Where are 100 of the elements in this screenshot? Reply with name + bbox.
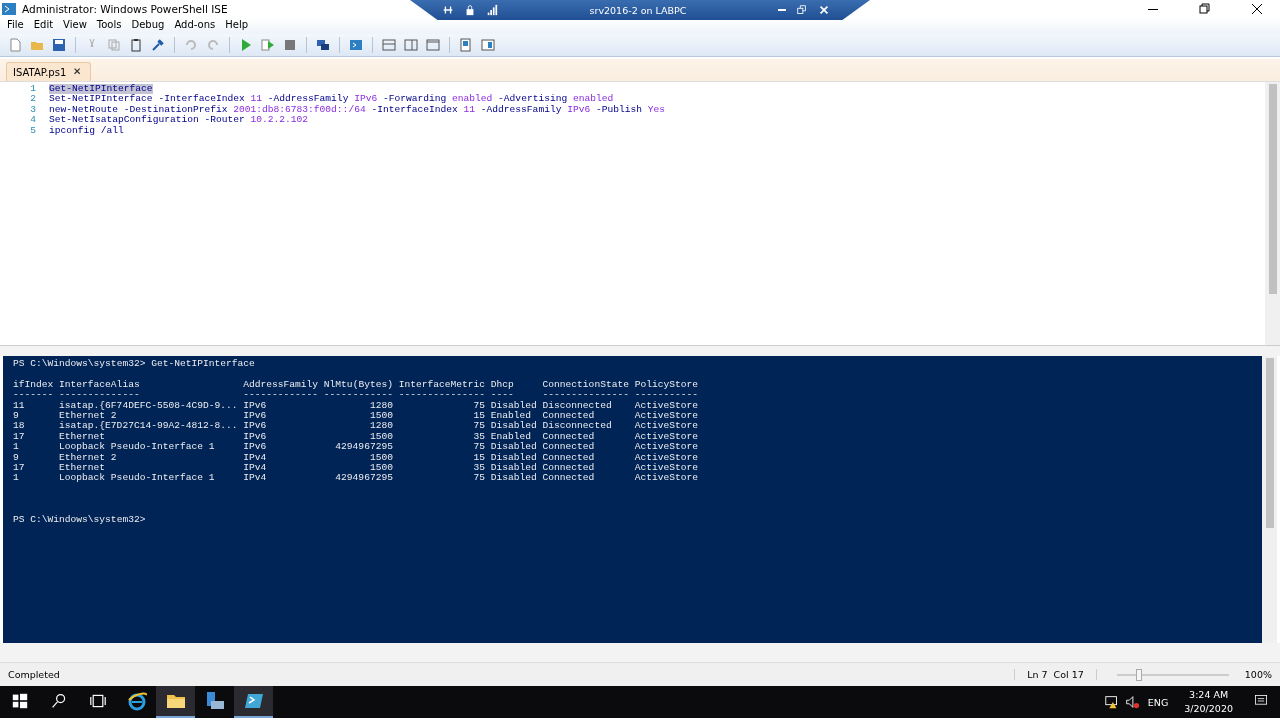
menu-item[interactable]: Debug xyxy=(126,18,170,34)
server-manager-icon xyxy=(204,691,225,711)
table-cell-text: 1500 xyxy=(368,463,393,474)
menu-item[interactable]: Help xyxy=(220,18,253,34)
table-cell: Disabled xyxy=(490,473,537,484)
table-cell-text: 1 xyxy=(13,442,20,453)
column-header: Dhcp xyxy=(490,379,515,391)
taskbar-app[interactable] xyxy=(156,686,195,718)
table-cell-text: Disabled xyxy=(490,452,537,463)
column-rule: ------- xyxy=(13,390,54,401)
table-cell: Disabled xyxy=(490,463,537,474)
signal-icon xyxy=(486,4,498,16)
table-cell-text: Loopback Pseudo-Interface 1 xyxy=(59,442,216,453)
save-icon xyxy=(52,38,66,52)
clock-date[interactable]: 3/20/2020 xyxy=(1184,702,1233,716)
column-header: NlMtu(Bytes) xyxy=(323,379,393,391)
menu-item[interactable]: File xyxy=(2,18,29,34)
scrollbar[interactable] xyxy=(1262,356,1277,643)
table-cell-text: 15 xyxy=(472,452,485,464)
table-cell-text: Connected xyxy=(542,411,596,421)
table-cell: ActiveStore xyxy=(634,421,698,432)
table-cell-text: 17 xyxy=(13,431,26,443)
table-cell: ActiveStore xyxy=(634,400,698,411)
line-number: 3 xyxy=(29,104,37,116)
table-cell-text: Connected xyxy=(542,442,596,453)
table-cell-text: IPv4 xyxy=(243,452,268,464)
status-text: Completed xyxy=(8,669,61,680)
network-icon xyxy=(1103,694,1120,710)
table-cell-text: Disconnected xyxy=(542,421,613,432)
table-cell-text: Connected xyxy=(542,473,596,484)
table-cell-text: 4294967295 xyxy=(334,473,393,484)
menu-item[interactable]: Add-ons xyxy=(169,18,221,34)
table-cell: ActiveStore xyxy=(634,463,698,474)
table-cell-text: Disconnected xyxy=(542,400,613,411)
table-cell-text: IPv6 xyxy=(243,411,268,422)
menu-item[interactable]: Edit xyxy=(28,18,59,34)
close-icon xyxy=(818,4,830,16)
table-cell-text: 11 xyxy=(13,400,26,411)
console-command: PS C:\Windows\system32> Get-NetIPInterface xyxy=(13,359,255,370)
clock-time[interactable]: 3:24 AM xyxy=(1189,688,1229,702)
code-line: Set-NetIPInterface -InterfaceIndex 11 -AddressFamily IPv6 -Forwarding enabled -Advertising enabled xyxy=(49,94,614,105)
table-cell: ActiveStore xyxy=(634,442,698,453)
table-cell: Disabled xyxy=(490,400,537,411)
table-cell-text: 75 xyxy=(472,473,485,484)
table-cell-text: 75 xyxy=(472,442,485,453)
layout-icon xyxy=(426,38,440,52)
table-cell-text: 1280 xyxy=(368,400,393,411)
column-header: ifIndex xyxy=(13,379,54,391)
search-icon xyxy=(50,693,67,709)
table-cell-text: 9 xyxy=(13,452,20,464)
table-cell-text: 9 xyxy=(13,411,20,422)
table-cell-text: 75 xyxy=(472,400,485,411)
stop-icon xyxy=(283,38,297,52)
column-rule: --------------- xyxy=(398,390,485,401)
menu-item[interactable]: Tools xyxy=(91,18,127,34)
line-number: 5 xyxy=(29,125,37,137)
table-cell-text: IPv4 xyxy=(243,473,268,484)
layout-icon xyxy=(404,38,418,52)
line-number: 4 xyxy=(29,115,37,126)
table-cell-text: IPv6 xyxy=(243,400,268,411)
run-selection-icon xyxy=(261,38,275,52)
new-file-icon xyxy=(8,38,22,52)
column-header: InterfaceAlias xyxy=(59,379,141,391)
copy-icon xyxy=(107,38,121,52)
undo-icon xyxy=(184,38,198,52)
table-cell-text: 4294967295 xyxy=(334,442,393,453)
scrollbar[interactable] xyxy=(1265,82,1280,345)
restore-icon xyxy=(796,4,808,16)
table-cell-text: 1280 xyxy=(368,421,393,432)
toolbar-button[interactable] xyxy=(50,36,68,54)
table-cell-text: Connected xyxy=(542,431,596,442)
column-header: PolicyStore xyxy=(634,379,698,391)
redo-icon xyxy=(206,38,220,52)
table-cell-text: IPv4 xyxy=(243,463,268,474)
table-cell-text: Ethernet 2 xyxy=(59,411,118,421)
table-cell: ActiveStore xyxy=(634,473,698,484)
table-cell-text: 18 xyxy=(13,421,26,432)
column-rule: -------------- xyxy=(59,390,141,401)
cursor-position: Ln 7 Col 17 xyxy=(1014,669,1097,680)
slider-thumb[interactable] xyxy=(1136,668,1143,681)
code-line: Set-NetIsatapConfiguration -Router 10.2.2.102 xyxy=(49,115,309,126)
table-cell-text: 1 xyxy=(13,473,20,484)
code-line: ipconfig /all xyxy=(49,125,124,137)
table-cell-text: ActiveStore xyxy=(634,452,698,463)
minimize-icon xyxy=(778,9,786,11)
table-cell-text: Connected xyxy=(542,463,596,474)
table-cell: isatap.{E7D27C14-99A2-4812-8... xyxy=(59,421,238,432)
table-cell-text: 17 xyxy=(13,463,26,474)
language-indicator[interactable]: ENG xyxy=(1139,696,1177,708)
layout-icon xyxy=(382,38,396,52)
window-title: Administrator: Windows PowerShell ISE xyxy=(22,3,228,15)
taskbar-app[interactable] xyxy=(234,686,273,718)
windows-logo-icon xyxy=(11,693,28,709)
column-rule: --------------- xyxy=(542,390,629,401)
script-tab[interactable]: ISATAP.ps1 xyxy=(6,62,92,81)
table-cell-text: IPv6 xyxy=(243,431,268,443)
clear-icon xyxy=(151,38,165,52)
console-prompt: PS C:\Windows\system32> xyxy=(13,514,146,526)
table-cell-text: Ethernet xyxy=(59,463,107,474)
menu-item[interactable]: View xyxy=(58,18,92,34)
